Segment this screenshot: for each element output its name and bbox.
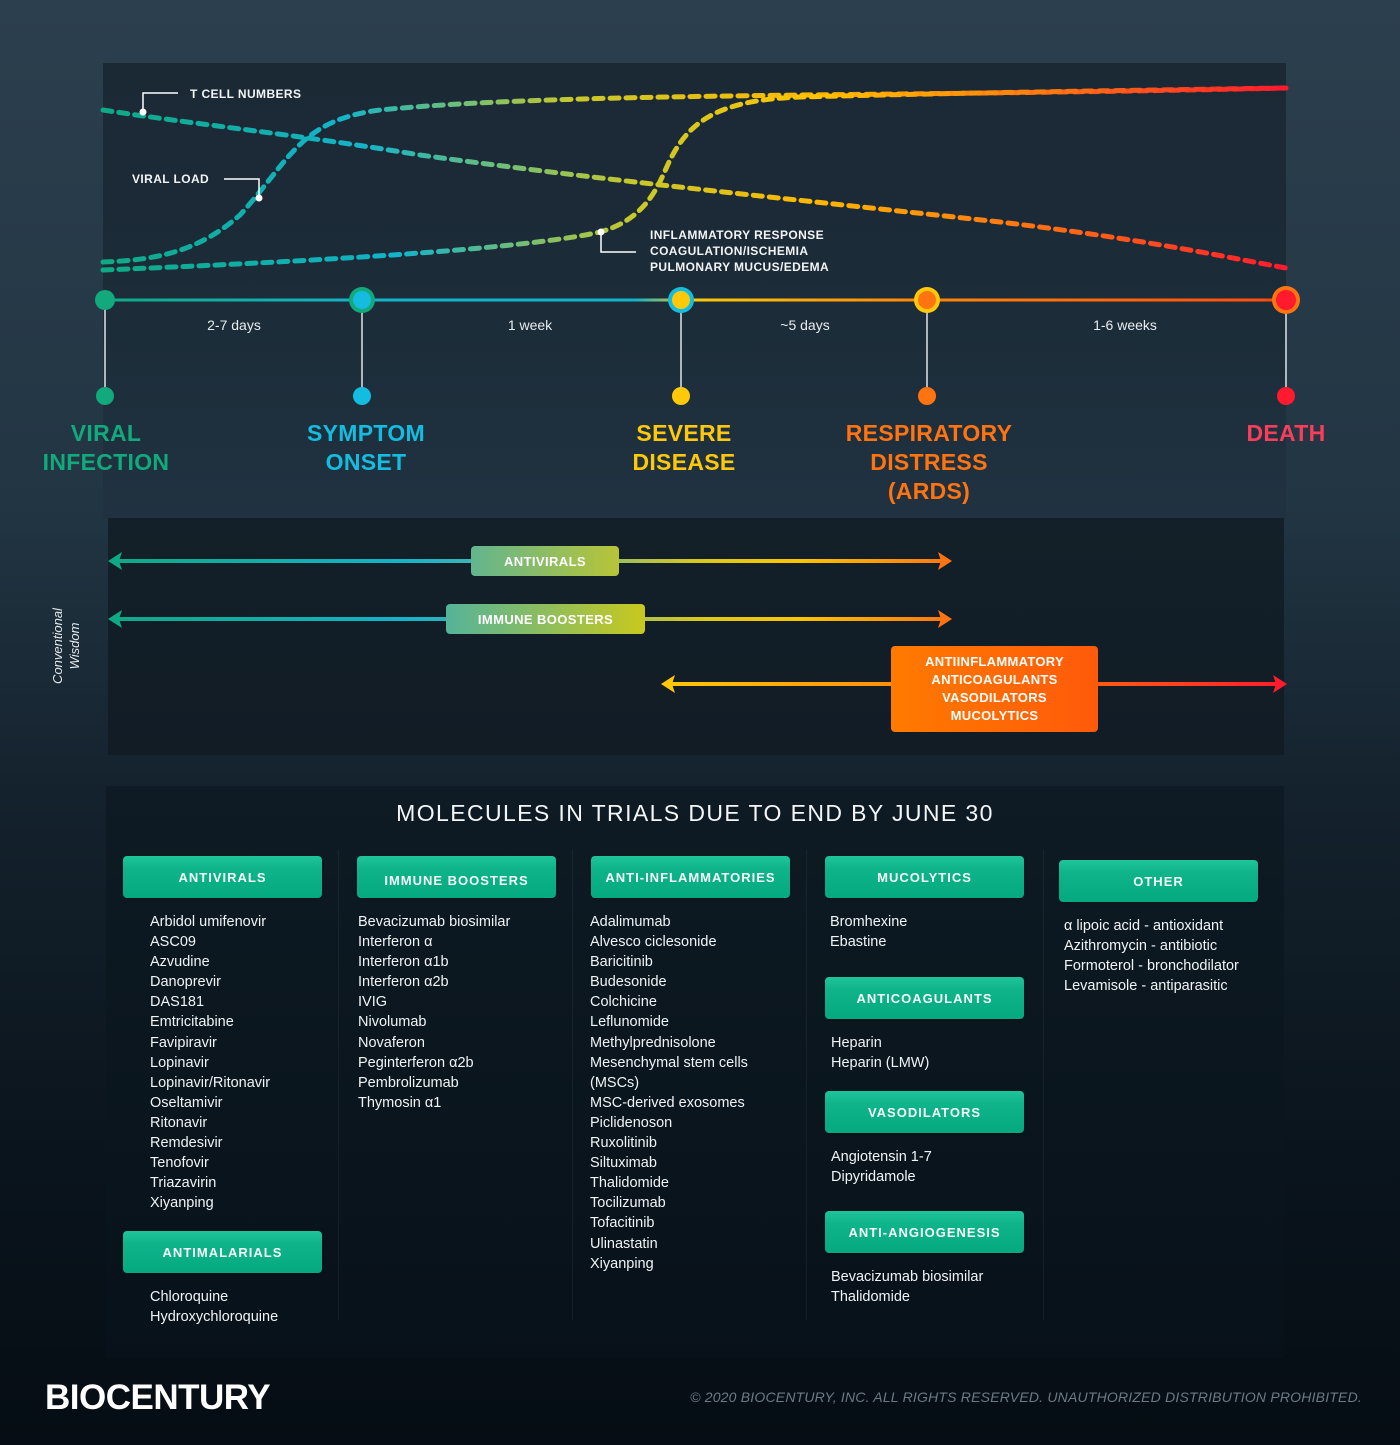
column-divider bbox=[338, 850, 339, 1320]
molecule-item: Azvudine bbox=[150, 954, 210, 971]
molecule-item: Mesenchymal stem cells bbox=[590, 1054, 748, 1071]
molecule-item: Triazavirin bbox=[150, 1175, 217, 1192]
molecule-item: Leflunomide bbox=[590, 1014, 669, 1031]
molecule-item: Tocilizumab bbox=[590, 1195, 666, 1212]
molecule-item: IVIG bbox=[358, 994, 388, 1011]
molecule-item: Tenofovir bbox=[150, 1155, 209, 1172]
category-header-mucolytics: MUCOLYTICS bbox=[825, 856, 1024, 898]
category-header-vasodilators: VASODILATORS bbox=[825, 1091, 1024, 1133]
category-header-anti-inflammatories: ANTI-INFLAMMATORIES bbox=[591, 856, 790, 898]
immune-boosters-list: Bevacizumab biosimilar Interferon α Interf… bbox=[358, 912, 510, 1113]
molecule-item: Baricitinib bbox=[590, 954, 653, 971]
molecule-item: Siltuximab bbox=[590, 1155, 657, 1172]
molecule-item: Oseltamivir bbox=[150, 1094, 223, 1111]
molecule-item: Piclidenoson bbox=[590, 1114, 673, 1131]
treatment-window-arrows bbox=[108, 552, 1287, 693]
antivirals-tag: ANTIVIRALS bbox=[471, 546, 619, 576]
column-divider bbox=[572, 850, 573, 1320]
molecules-title: MOLECULES IN TRIALS DUE TO END BY JUNE 3… bbox=[396, 800, 994, 826]
immune-boosters-tag: IMMUNE BOOSTERS bbox=[446, 604, 645, 634]
molecule-item: Ruxolitinib bbox=[590, 1135, 657, 1152]
molecule-item: Colchicine bbox=[590, 994, 657, 1011]
molecule-item: Interferon α bbox=[358, 934, 433, 951]
molecule-item: Arbidol umifenovir bbox=[150, 914, 267, 930]
molecule-item: Thalidomide bbox=[831, 1289, 910, 1306]
molecule-item: (MSCs) bbox=[590, 1074, 640, 1091]
category-header-antimalarials: ANTIMALARIALS bbox=[123, 1231, 322, 1273]
molecule-item: Bevacizumab biosimilar bbox=[831, 1269, 984, 1285]
copyright-notice: © 2020 BIOCENTURY, INC. ALL RIGHTS RESER… bbox=[690, 1389, 1362, 1405]
category-header-other: OTHER bbox=[1059, 860, 1258, 902]
molecule-item: Angiotensin 1-7 bbox=[831, 1149, 932, 1165]
molecule-item: Budesonide bbox=[590, 974, 667, 991]
molecule-item: Emtricitabine bbox=[150, 1014, 234, 1031]
molecule-item: Methylprednisolone bbox=[590, 1034, 716, 1051]
molecule-item: Ritonavir bbox=[150, 1114, 208, 1131]
molecule-item: Xiyanping bbox=[590, 1255, 654, 1272]
molecule-item: Lopinavir/Ritonavir bbox=[150, 1074, 271, 1091]
biocentury-logo: BIOCENTURY bbox=[45, 1378, 271, 1417]
molecule-item: Peginterferon α2b bbox=[358, 1054, 474, 1071]
molecule-item: Formoterol - bronchodilator bbox=[1064, 958, 1239, 975]
molecule-item: Remdesivir bbox=[150, 1135, 223, 1152]
molecule-item: Xiyanping bbox=[150, 1195, 214, 1212]
molecule-item: Interferon α2b bbox=[358, 974, 449, 991]
other-list: α lipoic acid - antioxidant Azithromycin … bbox=[1064, 916, 1239, 996]
molecule-item: Heparin bbox=[831, 1035, 882, 1051]
molecule-item: Pembrolizumab bbox=[358, 1074, 459, 1091]
anticoagulants-list: Heparin Heparin (LMW) bbox=[831, 1033, 929, 1073]
molecule-item: Chloroquine bbox=[150, 1289, 229, 1305]
molecule-item: Dipyridamole bbox=[831, 1169, 916, 1186]
molecule-item: α lipoic acid - antioxidant bbox=[1064, 918, 1224, 934]
molecule-item: Thalidomide bbox=[590, 1175, 669, 1192]
column-divider bbox=[806, 850, 807, 1320]
molecule-item: DAS181 bbox=[150, 994, 205, 1011]
molecule-item: Ebastine bbox=[830, 934, 887, 951]
molecule-item: Novaferon bbox=[358, 1034, 425, 1051]
category-header-antivirals: ANTIVIRALS bbox=[123, 856, 322, 898]
anti-angiogenesis-list: Bevacizumab biosimilar Thalidomide bbox=[831, 1267, 983, 1307]
molecule-item: Heparin (LMW) bbox=[831, 1055, 930, 1072]
molecule-item: Alvesco ciclesonide bbox=[590, 934, 717, 951]
molecule-item: Ulinastatin bbox=[590, 1235, 658, 1252]
molecule-item: Danoprevir bbox=[150, 974, 221, 991]
molecule-item: Adalimumab bbox=[590, 914, 671, 930]
molecule-item: Tofacitinib bbox=[590, 1215, 655, 1232]
vasodilators-list: Angiotensin 1-7 Dipyridamole bbox=[831, 1147, 932, 1187]
antivirals-list: Arbidol umifenovir ASC09 Azvudine Danoprevi… bbox=[150, 912, 270, 1213]
mucolytics-list: Bromhexine Ebastine bbox=[830, 912, 907, 952]
category-header-anticoagulants: ANTICOAGULANTS bbox=[825, 977, 1024, 1019]
molecule-item: Nivolumab bbox=[358, 1014, 427, 1031]
molecule-item: Interferon α1b bbox=[358, 954, 449, 971]
molecule-item: Bromhexine bbox=[830, 914, 908, 930]
molecule-item: Azithromycin - antibiotic bbox=[1064, 938, 1218, 955]
molecule-item: Thymosin α1 bbox=[358, 1094, 442, 1111]
antimalarials-list: Chloroquine Hydroxychloroquine bbox=[150, 1287, 278, 1327]
column-divider bbox=[1043, 850, 1044, 1320]
category-header-immune-boosters: IMMUNE BOOSTERS bbox=[357, 856, 556, 898]
molecule-item: Bevacizumab biosimilar bbox=[358, 914, 511, 930]
molecule-item: Levamisole - antiparasitic bbox=[1064, 978, 1228, 995]
molecule-item: Hydroxychloroquine bbox=[150, 1309, 279, 1326]
anti-inflammatories-list: Adalimumab Alvesco ciclesonide Baricitinib… bbox=[590, 912, 748, 1274]
molecule-item: Favipiravir bbox=[150, 1034, 217, 1051]
late-treatments-box: ANTIINFLAMMATORY ANTICOAGULANTS VASODILA… bbox=[891, 646, 1098, 732]
molecule-item: ASC09 bbox=[150, 934, 196, 951]
category-header-anti-angiogenesis: ANTI-ANGIOGENESIS bbox=[825, 1211, 1024, 1253]
molecule-item: MSC-derived exosomes bbox=[590, 1094, 745, 1111]
molecule-item: Lopinavir bbox=[150, 1054, 209, 1071]
